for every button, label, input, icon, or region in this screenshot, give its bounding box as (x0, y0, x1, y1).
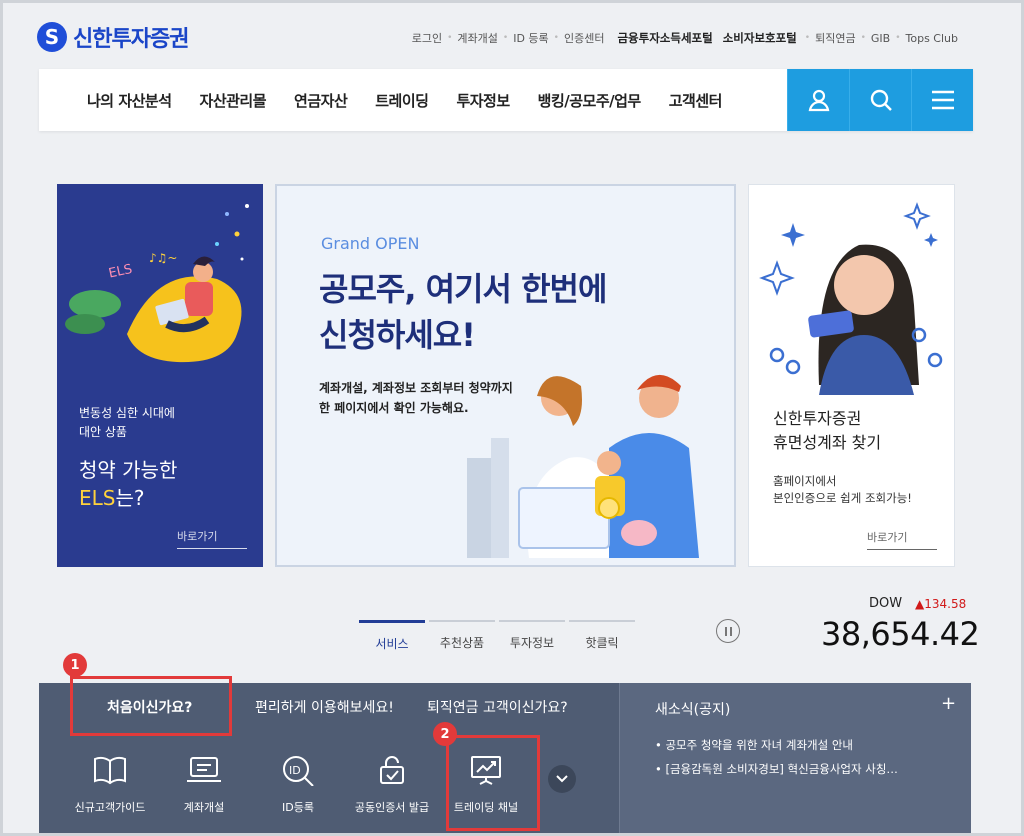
menu-button[interactable] (911, 69, 973, 131)
utility-nav: 로그인 • 계좌개설 • ID 등록 • 인증센터 금융투자소득세포털 소비자보호포털… (407, 30, 963, 46)
grand-open-label: Grand OPEN (321, 234, 420, 253)
banner-dormant-account[interactable]: 신한투자증권 휴면성계좌 찾기 홈페이지에서 본인인증으로 쉽게 조회가능! 바… (748, 184, 955, 567)
cert-center-link[interactable]: 인증센터 (559, 30, 609, 46)
menu-asset-mall[interactable]: 자산관리몰 (200, 90, 267, 111)
index-name: DOW (869, 596, 903, 611)
tax-portal-link[interactable]: 금융투자소득세포털 (609, 30, 720, 46)
logo-mark: S (37, 22, 67, 52)
dormant-description: 홈페이지에서 본인인증으로 쉽게 조회가능! (773, 474, 912, 505)
menu-icon (931, 90, 954, 110)
pause-icon (724, 626, 727, 636)
svg-text:ELS: ELS (107, 262, 133, 282)
svg-text:♪♫~: ♪♫~ (149, 251, 177, 265)
open-account-link[interactable]: 계좌개설 (452, 30, 502, 46)
search-icon (870, 89, 892, 111)
menu-banking[interactable]: 뱅킹/공모주/업무 (538, 90, 642, 111)
convenient-use-link[interactable]: 편리하게 이용해보세요! (255, 697, 394, 717)
dormant-go-link[interactable]: 바로가기 (867, 529, 937, 550)
svg-text:ID: ID (289, 764, 301, 777)
els-title: 청약 가능한 ELS는? (79, 458, 178, 510)
pause-button[interactable] (716, 619, 740, 643)
tab-service[interactable]: 서비스 (359, 620, 425, 652)
tab-hot-click[interactable]: 핫클릭 (569, 620, 635, 652)
family-illustration (467, 374, 699, 558)
service-certificate[interactable]: 공동인증서 발급 (345, 753, 439, 815)
banner-ipo[interactable]: Grand OPEN 공모주, 여기서 한번에 신청하세요! 계좌개설, 계좌정… (275, 184, 736, 567)
menu-pension[interactable]: 연금자산 (294, 90, 348, 111)
laptop-icon (187, 757, 221, 782)
tab-recommended[interactable]: 추천상품 (429, 620, 495, 652)
tab-invest-info[interactable]: 투자정보 (499, 620, 565, 652)
content-tabs: 서비스 추천상품 투자정보 핫클릭 (359, 620, 635, 652)
id-register-link[interactable]: ID 등록 (508, 30, 553, 46)
menu-asset-analysis[interactable]: 나의 자산분석 (87, 90, 172, 111)
news-more-plus[interactable]: + (941, 693, 956, 714)
banner-els[interactable]: ELS ♪♫~ 변동성 심한 시대에 대안 상품 청약 가능한 ELS는? 바로… (57, 184, 263, 567)
news-item[interactable]: 공모주 청약을 위한 자녀 계좌개설 안내 (655, 733, 945, 757)
gnb-icon-buttons (787, 69, 973, 131)
els-subtitle: 변동성 심한 시대에 대안 상품 (79, 406, 175, 439)
login-link[interactable]: 로그인 (407, 30, 447, 46)
els-highlight: ELS (79, 486, 116, 510)
els-reading-illustration: ELS ♪♫~ (65, 204, 249, 363)
index-value: 38,654.42 (821, 615, 980, 653)
pension-link[interactable]: 퇴직연금 (810, 30, 860, 46)
service-new-customer-guide[interactable]: 신규고객가이드 (63, 753, 157, 815)
user-button[interactable] (787, 69, 849, 131)
id-search-icon: ID (283, 756, 314, 786)
user-icon (808, 89, 829, 112)
ipo-title: 공모주, 여기서 한번에 신청하세요! (319, 270, 607, 354)
more-services-button[interactable] (548, 765, 576, 793)
callout-number-1: 1 (63, 653, 87, 677)
main-nav-bar: 나의 자산분석 자산관리몰 연금자산 트레이딩 투자정보 뱅킹/공모주/업무 고… (39, 69, 973, 131)
menu-investment-info[interactable]: 투자정보 (456, 90, 510, 111)
search-button[interactable] (849, 69, 911, 131)
menu-customer-center[interactable]: 고객센터 (669, 90, 723, 111)
service-id-register[interactable]: ID ID등록 (251, 753, 345, 815)
service-open-account[interactable]: 계좌개설 (157, 753, 251, 815)
callout-box-2 (446, 735, 540, 831)
els-go-link[interactable]: 바로가기 (177, 528, 247, 549)
page-frame: S 신한투자증권 로그인 • 계좌개설 • ID 등록 • 인증센터 금융투자소득세포… (0, 0, 1024, 836)
index-change: ▲134.58 (915, 597, 967, 611)
dormant-title: 신한투자증권 휴면성계좌 찾기 (773, 409, 882, 452)
logo-text: 신한투자증권 (73, 27, 189, 52)
site-logo[interactable]: S 신한투자증권 (37, 21, 189, 53)
news-list: 공모주 청약을 위한 자녀 계좌개설 안내 [금융감독원 소비자경보] 혁신금융… (655, 733, 945, 781)
gib-link[interactable]: GIB (866, 32, 895, 45)
news-item[interactable]: [금융감독원 소비자경보] 혁신금융사업자 사칭… (655, 757, 945, 781)
book-icon (94, 756, 126, 785)
callout-number-2: 2 (433, 722, 457, 746)
menu-trading[interactable]: 트레이딩 (375, 90, 429, 111)
certificate-lock-icon (380, 756, 404, 784)
main-menu: 나의 자산분석 자산관리몰 연금자산 트레이딩 투자정보 뱅킹/공모주/업무 고… (87, 69, 722, 131)
news-title: 새소식(공지) (655, 702, 731, 718)
consumer-portal-link[interactable]: 소비자보호포털 (721, 30, 805, 46)
chevron-down-icon (556, 775, 568, 783)
tops-club-link[interactable]: Tops Club (901, 32, 963, 45)
callout-box-1 (70, 676, 232, 736)
woman-phone-illustration (759, 202, 943, 395)
pension-customer-link[interactable]: 퇴직연금 고객이신가요? (427, 697, 568, 717)
